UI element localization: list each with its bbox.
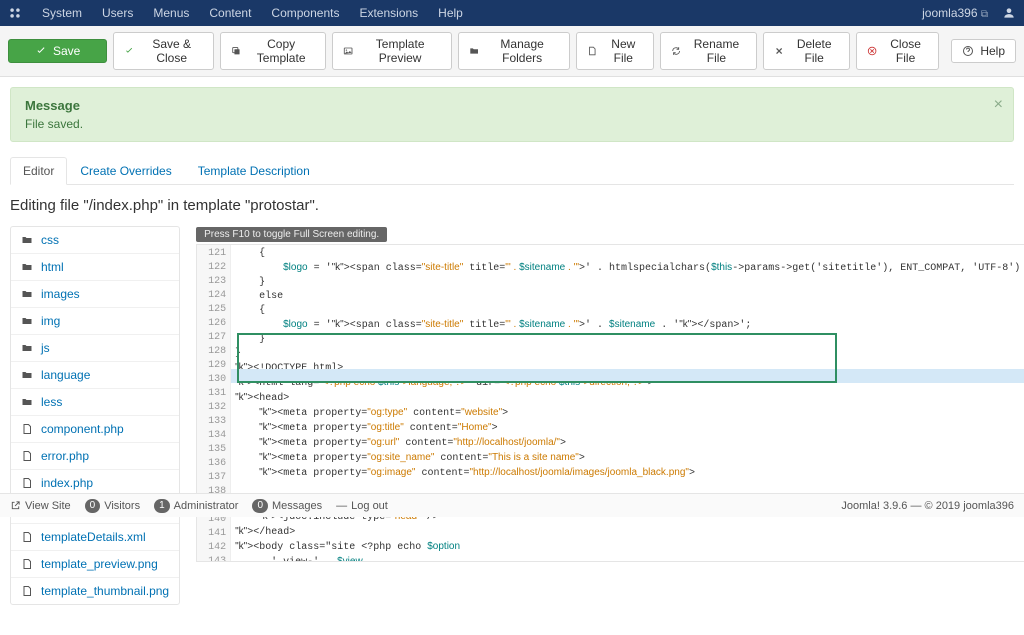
file-tree: css html images img js language less component.… [10, 226, 180, 605]
tree-file[interactable]: template_thumbnail.png [11, 578, 179, 604]
folder-icon [469, 45, 479, 57]
folder-icon [21, 288, 33, 300]
new-file-button[interactable]: New File [576, 32, 654, 70]
logout-link[interactable]: — Log out [336, 500, 388, 512]
tree-folder[interactable]: img [11, 308, 179, 335]
template-preview-button[interactable]: Template Preview [332, 32, 451, 70]
close-file-button[interactable]: Close File [856, 32, 940, 70]
refresh-icon [671, 45, 681, 57]
visitors-count[interactable]: 0Visitors [85, 499, 140, 513]
menu-help[interactable]: Help [430, 6, 471, 20]
check-icon [124, 45, 134, 57]
tree-folder[interactable]: html [11, 254, 179, 281]
external-icon [10, 500, 21, 511]
file-icon [21, 423, 33, 435]
save-close-button[interactable]: Save & Close [113, 32, 213, 70]
file-icon [21, 450, 33, 462]
question-icon [962, 45, 974, 57]
alert-title: Message [25, 98, 999, 113]
joomla-icon [8, 6, 22, 20]
cancel-icon [867, 45, 877, 57]
tree-item-label: error.php [41, 449, 89, 463]
manage-folders-button[interactable]: Manage Folders [458, 32, 571, 70]
folder-icon [21, 396, 33, 408]
tree-file[interactable]: templateDetails.xml [11, 524, 179, 551]
rename-file-button[interactable]: Rename File [660, 32, 756, 70]
alert-body: File saved. [25, 117, 999, 131]
status-footer: View Site 0Visitors 1Administrator 0Mess… [0, 493, 1024, 517]
folder-icon [21, 315, 33, 327]
help-button[interactable]: Help [951, 39, 1016, 63]
code-editor-panel: Press F10 to toggle Full Screen editing.… [196, 226, 1024, 605]
tree-folder[interactable]: language [11, 362, 179, 389]
tree-item-label: images [41, 287, 80, 301]
file-icon [21, 531, 33, 543]
site-link[interactable]: joomla396 ⧉ [914, 6, 996, 20]
tree-item-label: img [41, 314, 60, 328]
save-button[interactable]: Save [8, 39, 107, 63]
action-toolbar: Save Save & Close Copy Template Template… [0, 26, 1024, 77]
admin-count[interactable]: 1Administrator [154, 499, 238, 513]
admin-topbar: System Users Menus Content Components Ex… [0, 0, 1024, 26]
file-icon [21, 477, 33, 489]
x-icon [774, 45, 784, 57]
success-alert: × Message File saved. [10, 87, 1014, 142]
tab-overrides[interactable]: Create Overrides [67, 157, 184, 185]
copy-template-button[interactable]: Copy Template [220, 32, 327, 70]
active-line-highlight [231, 369, 1024, 383]
image-icon [343, 45, 353, 57]
file-icon [21, 558, 33, 570]
file-icon [21, 585, 33, 597]
tree-file[interactable]: error.php [11, 443, 179, 470]
footer-version: Joomla! 3.9.6 — © 2019 joomla396 [841, 500, 1014, 512]
file-icon [587, 45, 597, 57]
close-icon[interactable]: × [994, 96, 1003, 114]
tree-item-label: templateDetails.xml [41, 530, 146, 544]
folder-icon [21, 261, 33, 273]
tab-description[interactable]: Template Description [185, 157, 323, 185]
tree-folder[interactable]: js [11, 335, 179, 362]
user-icon[interactable] [1002, 6, 1016, 20]
menu-components[interactable]: Components [263, 6, 347, 20]
folder-icon [21, 234, 33, 246]
menu-content[interactable]: Content [201, 6, 259, 20]
tree-file[interactable]: template_preview.png [11, 551, 179, 578]
menu-extensions[interactable]: Extensions [351, 6, 426, 20]
tree-item-label: template_preview.png [41, 557, 158, 571]
menu-menus[interactable]: Menus [145, 6, 197, 20]
tree-folder[interactable]: images [11, 281, 179, 308]
folder-icon [21, 342, 33, 354]
tree-item-label: less [41, 395, 62, 409]
menu-users[interactable]: Users [94, 6, 141, 20]
tree-item-label: component.php [41, 422, 124, 436]
tree-file[interactable]: component.php [11, 416, 179, 443]
copy-icon [231, 45, 241, 57]
tree-item-label: html [41, 260, 64, 274]
tree-item-label: template_thumbnail.png [41, 584, 169, 598]
delete-file-button[interactable]: Delete File [763, 32, 850, 70]
editor-tabs: Editor Create Overrides Template Descrip… [10, 156, 1014, 185]
fullscreen-tip: Press F10 to toggle Full Screen editing. [196, 227, 387, 242]
tree-folder[interactable]: css [11, 227, 179, 254]
page-title: Editing file "/index.php" in template "p… [10, 197, 1014, 214]
tab-editor[interactable]: Editor [10, 157, 67, 185]
tree-folder[interactable]: less [11, 389, 179, 416]
folder-icon [21, 369, 33, 381]
external-icon: ⧉ [981, 9, 988, 20]
tree-item-label: language [41, 368, 90, 382]
tree-item-label: css [41, 233, 59, 247]
menu-system[interactable]: System [34, 6, 90, 20]
messages-count[interactable]: 0Messages [252, 499, 322, 513]
tree-item-label: index.php [41, 476, 93, 490]
tree-item-label: js [41, 341, 50, 355]
check-icon [35, 45, 47, 57]
view-site-link[interactable]: View Site [10, 500, 71, 512]
